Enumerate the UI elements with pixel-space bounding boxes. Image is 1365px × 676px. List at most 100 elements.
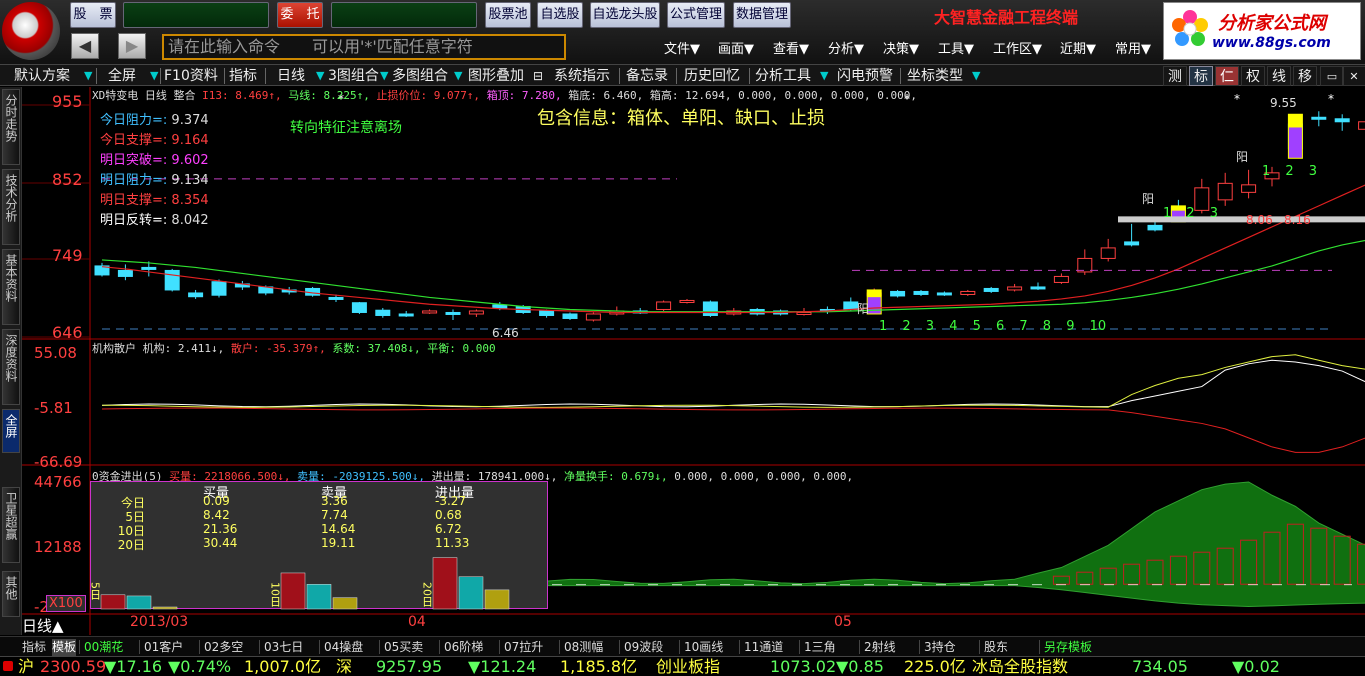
template-tab-2[interactable]: 00潮花	[84, 639, 123, 656]
move-button[interactable]: 移	[1293, 66, 1317, 86]
template-tab-6[interactable]: 04操盘	[324, 639, 363, 656]
sidebar-item-basic-info[interactable]: 基本资料	[2, 249, 20, 325]
trade-button[interactable]: 委 托	[277, 2, 323, 28]
period-dropdown-icon[interactable]: ▼	[316, 66, 324, 86]
template-tab-17[interactable]: 股东	[984, 639, 1008, 656]
rights-button[interactable]: 权	[1241, 66, 1265, 86]
scheme-dropdown-icon[interactable]: ▼	[84, 66, 92, 86]
forward-icon[interactable]: ▶	[118, 33, 146, 59]
app-title: 大智慧金融工程终端	[934, 8, 1079, 27]
menu-recent[interactable]: 近期▼	[1060, 38, 1096, 57]
stock-pool-button[interactable]: 股票池	[485, 2, 531, 28]
template-tab-10[interactable]: 08测幅	[564, 639, 603, 656]
menu-analysis[interactable]: 分析▼	[828, 38, 864, 57]
scheme-selector[interactable]: 默认方案	[14, 66, 70, 86]
info-segment: 整合	[173, 89, 203, 102]
indicator-button[interactable]: 指标	[229, 66, 257, 86]
fund-cell: 21.36	[203, 522, 238, 536]
chart-toolbar: 默认方案 ▼ 全屏 ▼ F10资料 指标 日线 ▼ 3图组合 ▼ 多图组合 ▼ …	[0, 64, 1365, 86]
ma-green-line	[101, 239, 1365, 313]
formula-manager-button[interactable]: 公式管理	[667, 2, 725, 28]
sidebar-item-technical[interactable]: 技术分析	[2, 169, 20, 245]
stock-button[interactable]: 股 票	[70, 2, 116, 28]
lock-icon[interactable]: ⊟	[533, 66, 543, 86]
count-label: 10	[1090, 319, 1107, 334]
mark-button[interactable]: 标	[1189, 66, 1213, 86]
menu-common[interactable]: 常用▼	[1115, 38, 1151, 57]
back-icon[interactable]: ◀	[71, 33, 99, 59]
menu-screen[interactable]: 画面▼	[718, 38, 754, 57]
overlay-button[interactable]: 图形叠加	[468, 66, 524, 86]
watchlist-button[interactable]: 自选股	[537, 2, 583, 28]
template-tab-0[interactable]: 指标	[22, 639, 46, 656]
template-tab-13[interactable]: 11通道	[744, 639, 783, 656]
template-tab-11[interactable]: 09波段	[624, 639, 663, 656]
level-today-support: 今日支撑=: 9.164	[100, 133, 209, 148]
sidebar-item-other[interactable]: 其他	[2, 571, 20, 617]
period-indicator[interactable]: 日线▲	[22, 615, 64, 636]
template-tab-1[interactable]: 模板	[52, 639, 77, 656]
sidebar-item-intraday[interactable]: 分时走势	[2, 89, 20, 165]
sidebar-item-satellite[interactable]: 卫星超赢	[2, 487, 20, 563]
fullscreen-dropdown-icon[interactable]: ▼	[150, 66, 158, 86]
template-tab-8[interactable]: 06阶梯	[444, 639, 483, 656]
brand-banner[interactable]: 分析家公式网 www.88gs.com	[1163, 2, 1361, 60]
template-tab-3[interactable]: 01客户	[144, 639, 183, 656]
line-button[interactable]: 线	[1267, 66, 1291, 86]
three-chart-dropdown-icon[interactable]: ▼	[380, 66, 388, 86]
template-tab-12[interactable]: 10画线	[684, 639, 723, 656]
market-status-icon[interactable]	[3, 661, 13, 671]
candle	[702, 301, 718, 316]
command-input[interactable]: 请在此输入命令 可以用'*'匹配任意字符	[162, 34, 566, 60]
candle	[1311, 116, 1327, 120]
app-logo[interactable]	[2, 2, 60, 60]
flash-alert-button[interactable]: 闪电预警	[837, 66, 893, 86]
memo-button[interactable]: 备忘录	[626, 66, 668, 86]
menu-file[interactable]: 文件▼	[664, 38, 700, 57]
info-segment: 平衡: 0.000	[427, 342, 496, 355]
template-tab-7[interactable]: 05买卖	[384, 639, 423, 656]
level-tomorrow-support: 明日支撑=: 8.354	[100, 193, 209, 208]
axis-type-dropdown-icon[interactable]: ▼	[972, 66, 980, 86]
y-label-955: 955	[52, 92, 83, 111]
menu-view[interactable]: 查看▼	[773, 38, 809, 57]
analysis-tools-dropdown-icon[interactable]: ▼	[820, 66, 828, 86]
multi-chart-dropdown-icon[interactable]: ▼	[454, 66, 462, 86]
f10-button[interactable]: F10资料	[164, 66, 218, 86]
fund-bar	[484, 589, 510, 610]
template-tab-16[interactable]: 3持仓	[924, 639, 956, 656]
measure-button[interactable]: 测	[1163, 66, 1187, 86]
fullscreen-button[interactable]: 全屏	[108, 66, 136, 86]
axis-type-button[interactable]: 坐标类型	[907, 66, 963, 86]
stock-quote-display	[123, 2, 269, 28]
daily-period-button[interactable]: 日线	[277, 66, 305, 86]
candle	[960, 290, 976, 295]
system-indicator-button[interactable]: 系统指示	[554, 66, 610, 86]
template-tab-4[interactable]: 02多空	[204, 639, 243, 656]
count-label: 2	[902, 319, 910, 334]
template-tab-14[interactable]: 1三角	[804, 639, 836, 656]
sidebar-item-depth-info[interactable]: 深度资料	[2, 329, 20, 405]
fund-flow-bars: 5日 10日 20日	[91, 557, 510, 610]
leader-watchlist-button[interactable]: 自选龙头股	[590, 2, 660, 28]
history-button[interactable]: 历史回忆	[684, 66, 740, 86]
template-tab-5[interactable]: 03七日	[264, 639, 303, 656]
menu-decision[interactable]: 决策▼	[883, 38, 919, 57]
data-manager-button[interactable]: 数据管理	[733, 2, 791, 28]
index-ticker: 沪 2300.59 ▼17.16 ▼0.74% 1,007.0亿深 9257.95 ▼121…	[0, 656, 1365, 676]
multi-chart-button[interactable]: 多图组合	[392, 66, 448, 86]
rights-icon[interactable]: 仁	[1215, 66, 1239, 86]
analysis-tools-button[interactable]: 分析工具	[755, 66, 811, 86]
template-tab-18[interactable]: 另存模板	[1044, 639, 1092, 656]
three-chart-button[interactable]: 3图组合	[328, 66, 379, 86]
count-label: 4	[949, 319, 957, 334]
menu-workspace[interactable]: 工作区▼	[993, 38, 1042, 57]
template-tab-9[interactable]: 07拉升	[504, 639, 543, 656]
sidebar-item-fullscreen[interactable]: 全屏	[2, 409, 20, 453]
window-icon[interactable]: ▭	[1320, 66, 1344, 86]
close-icon[interactable]: ✕	[1342, 66, 1365, 86]
ticker-item: 734.05	[1132, 657, 1188, 676]
menu-tools[interactable]: 工具▼	[938, 38, 974, 57]
ticker-item: 沪	[18, 657, 35, 676]
template-tab-15[interactable]: 2射线	[864, 639, 896, 656]
